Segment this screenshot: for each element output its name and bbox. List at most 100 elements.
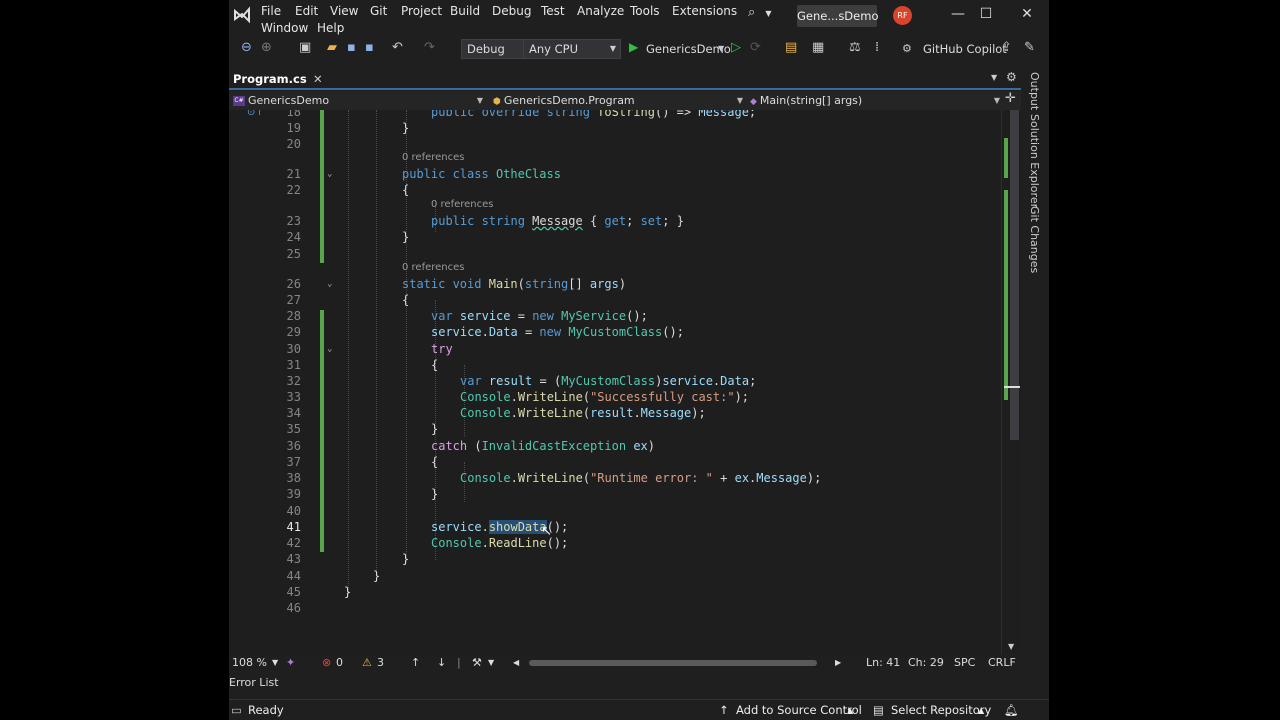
code-line: 18 public override string ToString() => M… bbox=[286, 110, 757, 119]
solution-title[interactable]: Gene...sDemo bbox=[797, 5, 878, 27]
tools-icon[interactable]: ⚖ bbox=[849, 40, 861, 55]
line-ending-indicator[interactable]: CRLF bbox=[988, 656, 1016, 669]
menu-bar: File Edit View Git Project Build Debug T… bbox=[229, 0, 1049, 36]
platform-select[interactable]: Any CPU ▼ bbox=[523, 39, 621, 59]
close-icon[interactable]: ✕ bbox=[313, 70, 323, 89]
method-icon: ◆ bbox=[750, 97, 757, 107]
vertical-scrollbar[interactable]: ▼ bbox=[1001, 110, 1021, 654]
menu-extensions[interactable]: Extensions bbox=[672, 4, 737, 18]
solution-explorer-tab[interactable]: Solution Explorer bbox=[1028, 114, 1041, 208]
code-cleanup-icon[interactable]: ✦ bbox=[286, 656, 295, 669]
split-editor-icon[interactable]: ✛ bbox=[1005, 91, 1016, 106]
chevron-down-icon: ▼ bbox=[609, 44, 616, 53]
chevron-down-icon[interactable]: ▼ bbox=[272, 658, 278, 667]
project-dropdown[interactable]: C# GenericsDemo ▼ bbox=[233, 92, 483, 109]
code-editor[interactable]: ⊙↑ 18 public override string ToString() =… bbox=[229, 110, 1021, 654]
tab-list-icon[interactable]: ▼ bbox=[991, 73, 997, 82]
scroll-left-icon[interactable]: ◀ bbox=[513, 658, 519, 667]
tab-program-cs[interactable]: Program.cs ✕ bbox=[229, 70, 329, 89]
brush-icon[interactable]: ⚒ bbox=[472, 656, 482, 669]
select-repository-button[interactable]: Select Repository bbox=[891, 703, 991, 717]
menu-test[interactable]: Test bbox=[541, 4, 565, 18]
codelens-references[interactable]: 0 references bbox=[431, 199, 494, 210]
menu-build[interactable]: Build bbox=[450, 4, 480, 18]
output-tab[interactable]: Output bbox=[1028, 72, 1041, 110]
forward-icon[interactable]: ⊕ bbox=[261, 40, 272, 55]
chevron-up-icon: ▲ bbox=[847, 706, 854, 715]
menu-view[interactable]: View bbox=[330, 4, 358, 18]
horizontal-scrollbar[interactable] bbox=[529, 660, 817, 666]
avatar[interactable]: RF bbox=[893, 6, 912, 25]
visual-studio-window: File Edit View Git Project Build Debug T… bbox=[229, 0, 1049, 720]
code-line: 27{ bbox=[286, 293, 410, 307]
undo-icon[interactable]: ↶ bbox=[392, 40, 403, 55]
menu-tools[interactable]: Tools bbox=[630, 4, 660, 18]
previous-issue-icon[interactable]: ↑ bbox=[411, 656, 420, 669]
menu-edit[interactable]: Edit bbox=[295, 4, 318, 18]
scroll-down-icon[interactable]: ▼ bbox=[1008, 642, 1014, 651]
save-all-icon[interactable]: ▪ bbox=[365, 40, 374, 55]
menu-window[interactable]: Window bbox=[261, 21, 308, 35]
codelens-references[interactable]: 0 references bbox=[402, 152, 465, 163]
redo-icon[interactable]: ↷ bbox=[424, 40, 435, 55]
add-to-source-control-button[interactable]: Add to Source Control bbox=[736, 703, 862, 717]
feedback-icon[interactable]: ✎ bbox=[1024, 40, 1035, 55]
layout-icon[interactable]: ▦ bbox=[812, 40, 824, 55]
navigation-bar: C# GenericsDemo ▼ ⬢ GenericsDemo.Program ▼… bbox=[229, 91, 1029, 110]
menu-debug[interactable]: Debug bbox=[492, 4, 531, 18]
menu-analyze[interactable]: Analyze bbox=[577, 4, 624, 18]
overflow-icon[interactable]: ⁞ bbox=[875, 40, 879, 55]
notifications-icon[interactable]: 🔔︎ bbox=[1004, 703, 1019, 717]
code-line: 30 ⌄ try bbox=[286, 342, 453, 356]
class-dropdown[interactable]: ⬢ GenericsDemo.Program ▼ bbox=[493, 92, 743, 109]
change-marker bbox=[1004, 190, 1008, 400]
code-line: 24} bbox=[286, 230, 410, 244]
start-debugging-icon[interactable]: ▶ bbox=[629, 40, 638, 54]
indent-indicator[interactable]: SPC bbox=[954, 656, 975, 669]
column-indicator[interactable]: Ch: 29 bbox=[908, 656, 944, 669]
member-dropdown[interactable]: ◆ Main(string[] args) ▼ bbox=[750, 92, 1000, 109]
code-line-current: 41 service.showData(); bbox=[286, 520, 569, 534]
code-line: 39} bbox=[286, 487, 439, 501]
git-changes-tab[interactable]: Git Changes bbox=[1028, 206, 1041, 273]
menu-git[interactable]: Git bbox=[370, 4, 387, 18]
chevron-down-icon[interactable]: ▼ bbox=[488, 658, 494, 667]
new-project-icon[interactable]: ▣ bbox=[299, 40, 311, 55]
search-button[interactable]: ⌕ ▼ bbox=[748, 5, 784, 25]
warning-count[interactable]: 3 bbox=[377, 656, 384, 669]
next-issue-icon[interactable]: ↓ bbox=[437, 656, 446, 669]
code-line: 28 var service = new MyService(); bbox=[286, 309, 648, 323]
hot-reload-icon[interactable]: ⟳ bbox=[750, 40, 761, 55]
codelens-references[interactable]: 0 references bbox=[402, 262, 465, 273]
maximize-icon[interactable]: ☐ bbox=[974, 6, 998, 22]
share-icon[interactable]: ⇪ bbox=[1001, 40, 1012, 55]
menu-project[interactable]: Project bbox=[401, 4, 442, 18]
csharp-project-icon: C# bbox=[233, 96, 245, 106]
error-list-tab[interactable]: Error List bbox=[229, 676, 279, 689]
error-count[interactable]: 0 bbox=[336, 656, 343, 669]
chevron-down-icon[interactable]: ▼ bbox=[718, 44, 724, 53]
close-icon[interactable]: ✕ bbox=[1015, 6, 1039, 22]
back-icon[interactable]: ⊖ bbox=[241, 40, 252, 55]
menu-help[interactable]: Help bbox=[317, 21, 344, 35]
line-indicator[interactable]: Ln: 41 bbox=[866, 656, 900, 669]
settings-icon[interactable]: ⚙ bbox=[1006, 70, 1017, 84]
browse-folder-icon[interactable]: ▤ bbox=[785, 40, 797, 55]
scroll-thumb[interactable] bbox=[1010, 110, 1019, 440]
scroll-right-icon[interactable]: ▶ bbox=[835, 658, 841, 667]
search-icon: ⌕ bbox=[748, 5, 756, 20]
right-dock: Output Solution Explorer Git Changes bbox=[1021, 70, 1049, 690]
github-copilot-button[interactable]: GitHub Copilot bbox=[923, 42, 1007, 56]
document-tab-strip: Program.cs ✕ ▼ ⚙ bbox=[229, 70, 1021, 90]
menu-file[interactable]: File bbox=[261, 4, 281, 18]
start-without-debugging-icon[interactable]: ▷ bbox=[731, 40, 741, 55]
ready-status: Ready bbox=[248, 703, 284, 717]
save-icon[interactable]: ▪ bbox=[347, 40, 356, 55]
code-line: 29 service.Data = new MyCustomClass(); bbox=[286, 325, 684, 339]
open-folder-icon[interactable]: ▰ bbox=[327, 40, 337, 55]
chevron-down-icon: ▼ bbox=[993, 96, 1000, 105]
code-line: 19} bbox=[286, 121, 410, 135]
minimize-icon[interactable]: — bbox=[946, 6, 970, 22]
zoom-select[interactable]: 108 % bbox=[232, 656, 267, 669]
code-line: 35} bbox=[286, 422, 439, 436]
